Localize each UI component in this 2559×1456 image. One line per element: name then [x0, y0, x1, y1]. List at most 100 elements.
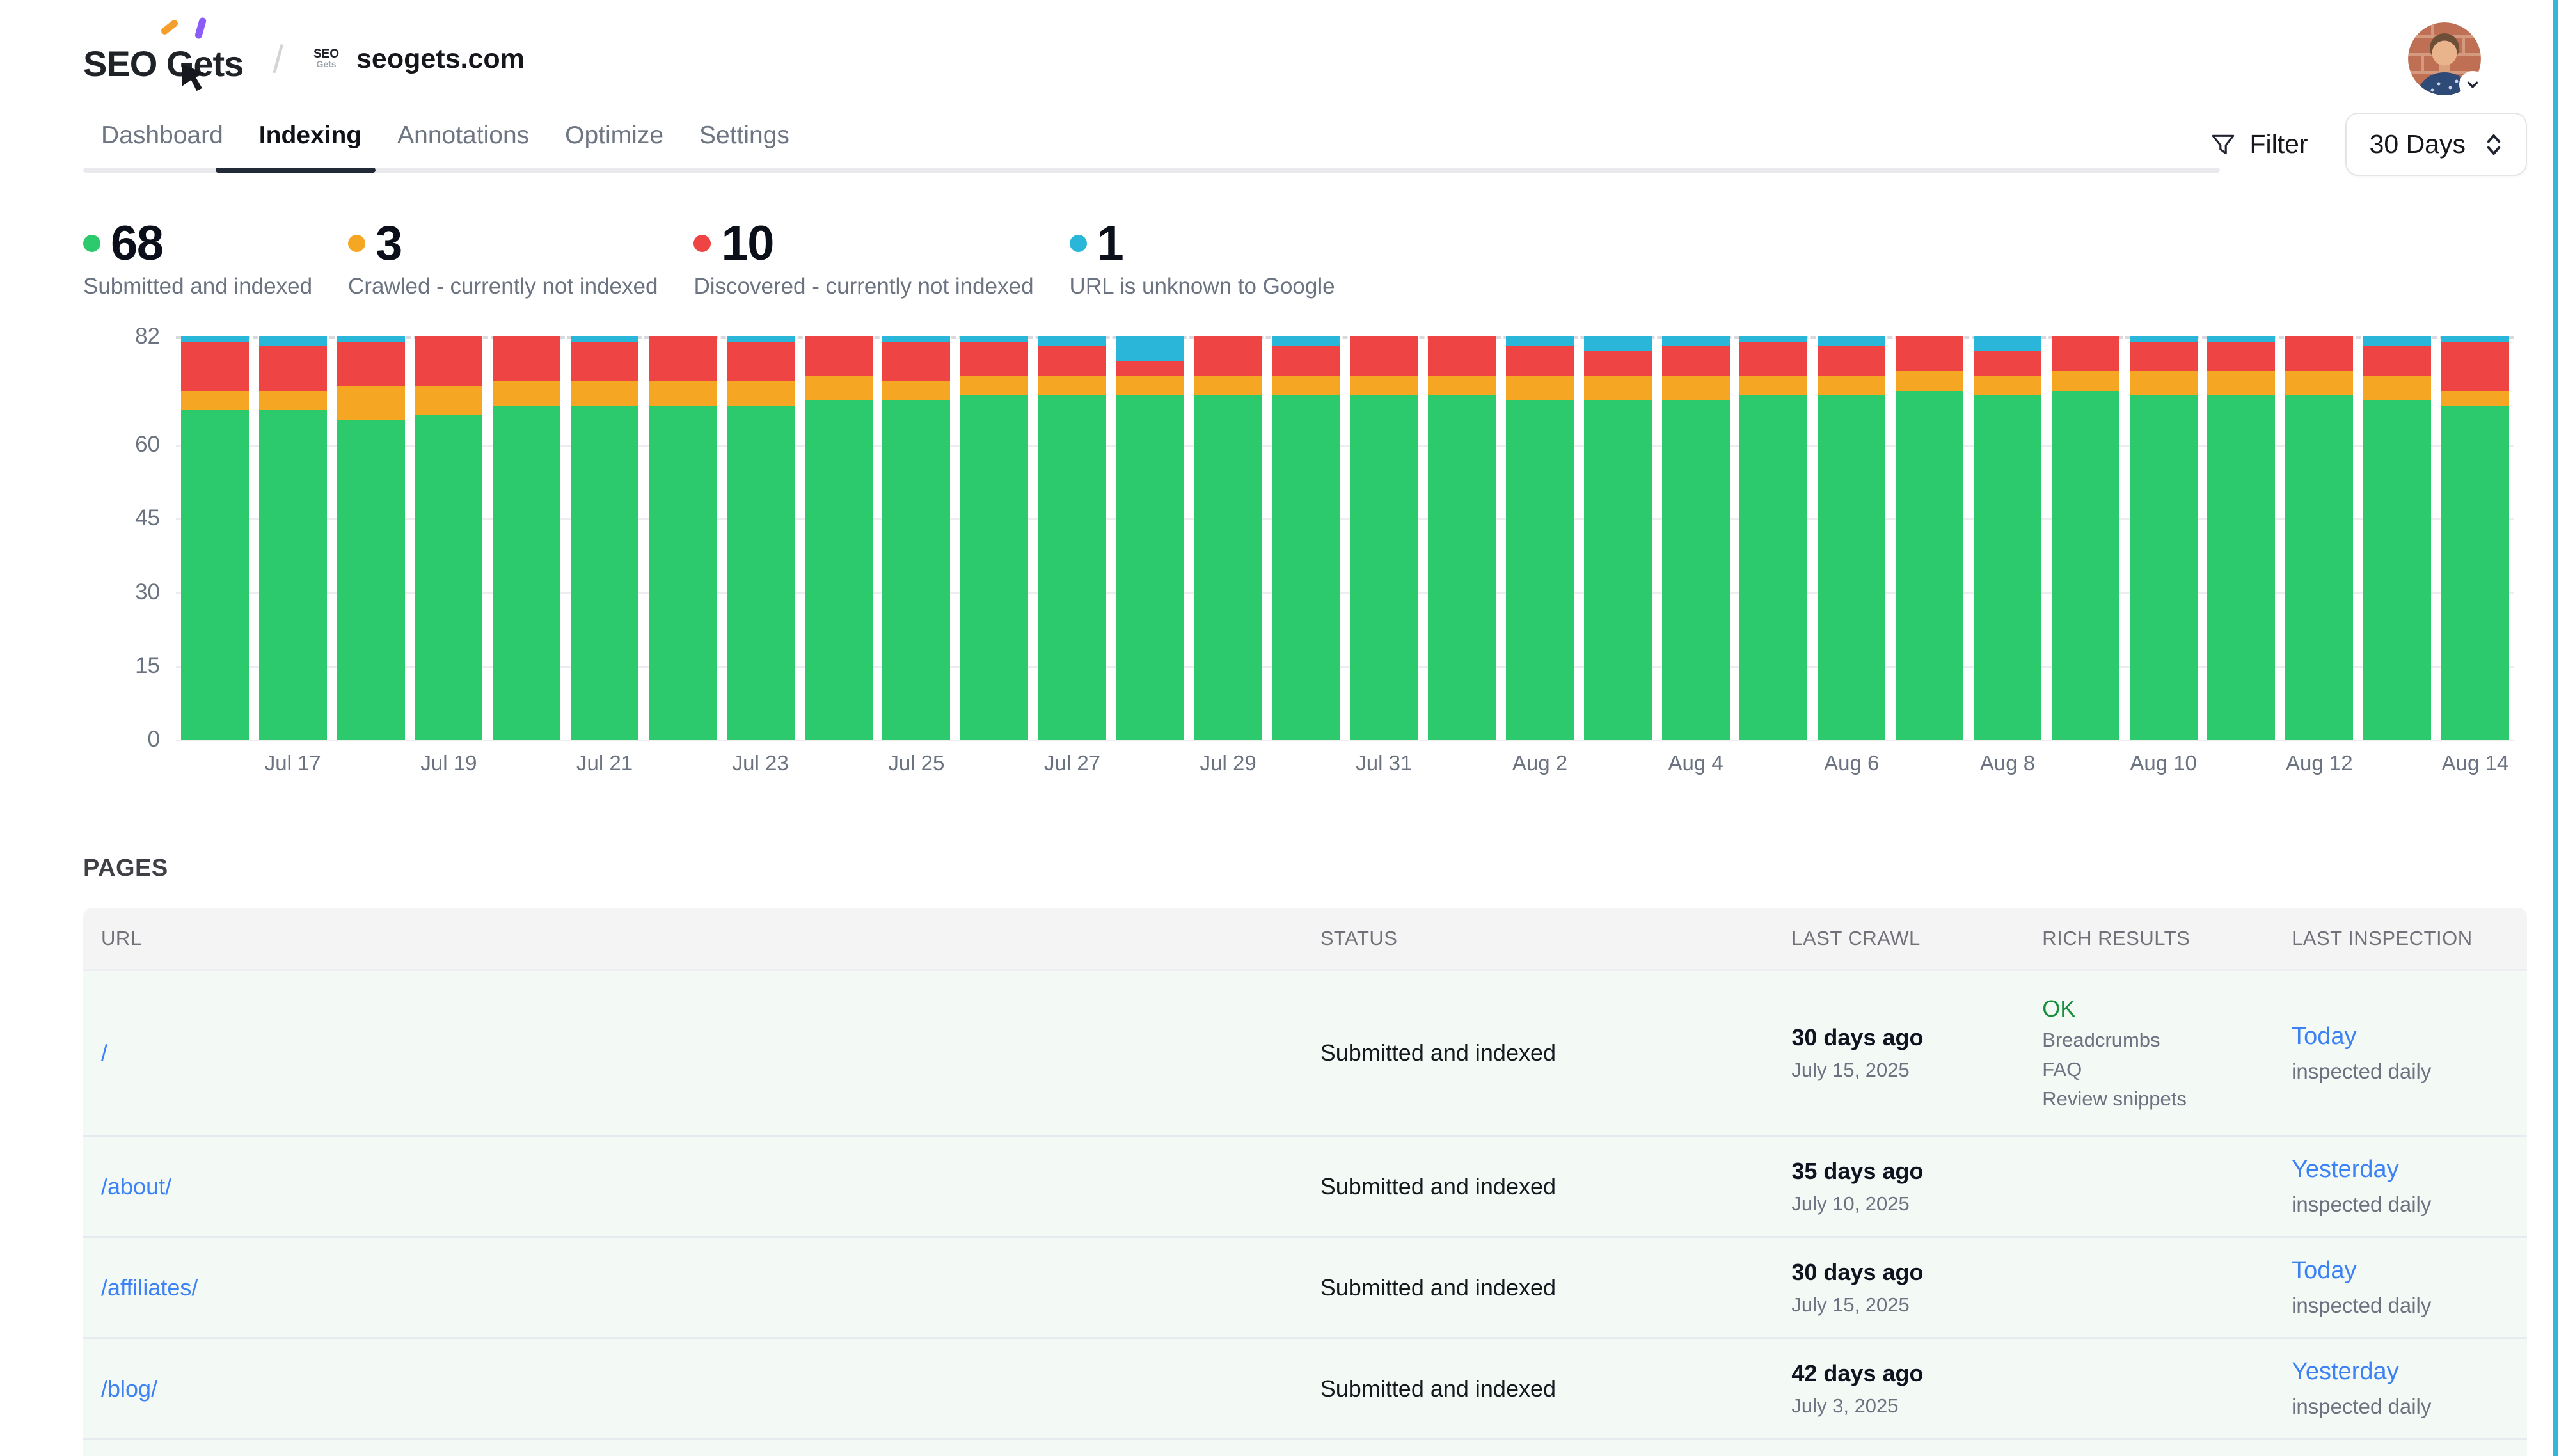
chart-bar-jul-22[interactable]: [649, 336, 717, 740]
table-row: /blog/301-redirect-save-hcu-site/Submitt…: [83, 1438, 2527, 1456]
x-axis-labels: Jul 17Jul 19Jul 21Jul 23Jul 25Jul 27Jul …: [176, 751, 2514, 775]
x-tick-label: Jul 31: [1345, 751, 1423, 775]
chart-bar-jul-31[interactable]: [1350, 336, 1418, 740]
segment-url-is-unknown-to-google: [960, 336, 1028, 342]
chart-bar-aug-14[interactable]: [2441, 336, 2509, 740]
column-header-url: URL: [83, 908, 1303, 969]
chart-bar-aug-12[interactable]: [2285, 336, 2353, 740]
x-tick-label: [332, 751, 410, 775]
gridline-0: [176, 740, 2514, 741]
chart-bar-aug-1[interactable]: [1428, 336, 1496, 740]
segment-crawled-currently-not-indexed: [1194, 376, 1262, 396]
chart-bar-jul-29[interactable]: [1194, 336, 1262, 740]
tab-indexing[interactable]: Indexing: [241, 122, 379, 173]
chart-bar-jul-17[interactable]: [259, 336, 327, 740]
segment-submitted-and-indexed: [649, 406, 717, 740]
chart-bar-jul-26[interactable]: [960, 336, 1028, 740]
status-cell: Submitted and indexed: [1303, 1135, 1774, 1236]
x-tick-label: [800, 751, 878, 775]
last-crawl-cell: 42 days agoJuly 3, 2025: [1773, 1337, 2024, 1438]
chart-bar-jul-18[interactable]: [337, 336, 405, 740]
url-link[interactable]: /blog/: [101, 1375, 157, 1402]
segment-crawled-currently-not-indexed: [1428, 376, 1496, 396]
inspection-link[interactable]: Today: [2292, 1257, 2356, 1284]
app-logo[interactable]: SEO Gets: [83, 34, 243, 84]
chart-bar-aug-2[interactable]: [1506, 336, 1574, 740]
date-range-value: 30 Days: [2370, 129, 2466, 159]
tab-annotations[interactable]: Annotations: [379, 122, 547, 173]
chart-bar-jul-19[interactable]: [415, 336, 482, 740]
tab-settings[interactable]: Settings: [681, 122, 807, 173]
chart-bar-jul-21[interactable]: [571, 336, 638, 740]
segment-url-is-unknown-to-google: [571, 336, 638, 342]
url-cell: /about/: [83, 1135, 1303, 1236]
segment-discovered-currently-not-indexed: [1350, 336, 1418, 376]
tab-dashboard[interactable]: Dashboard: [83, 122, 241, 173]
chart-plot: 01530456082: [176, 336, 2514, 740]
filter-button[interactable]: Filter: [2210, 129, 2308, 159]
avatar-chevron-badge[interactable]: [2459, 71, 2486, 98]
chart-bar-jul-25[interactable]: [882, 336, 950, 740]
url-link[interactable]: /affiliates/: [101, 1274, 198, 1301]
chart-bar-jul-16[interactable]: [181, 336, 249, 740]
date-range-select[interactable]: 30 Days: [2345, 113, 2527, 176]
chart-bar-aug-6[interactable]: [1818, 336, 1885, 740]
status-cell: Submitted and indexed: [1303, 1438, 1774, 1456]
segment-url-is-unknown-to-google: [882, 336, 950, 342]
inspection-note: inspected daily: [2292, 1395, 2509, 1419]
rich-results-cell: [2024, 1236, 2274, 1337]
stat-label: Submitted and indexed: [83, 274, 312, 299]
segment-submitted-and-indexed: [181, 410, 249, 740]
chart-bar-jul-30[interactable]: [1272, 336, 1340, 740]
url-link[interactable]: /: [101, 1040, 107, 1066]
segment-discovered-currently-not-indexed: [2441, 342, 2509, 391]
chart-bar-jul-27[interactable]: [1038, 336, 1106, 740]
url-link[interactable]: /about/: [101, 1173, 171, 1199]
chart-bar-jul-20[interactable]: [493, 336, 560, 740]
segment-url-is-unknown-to-google: [1116, 336, 1184, 361]
chart-bar-aug-13[interactable]: [2363, 336, 2431, 740]
chart-bar-aug-10[interactable]: [2130, 336, 2198, 740]
segment-discovered-currently-not-indexed: [1662, 346, 1730, 376]
chart-bar-jul-24[interactable]: [805, 336, 873, 740]
segment-url-is-unknown-to-google: [1272, 336, 1340, 346]
inspection-link[interactable]: Today: [2292, 1023, 2356, 1050]
x-tick-label: Aug 14: [2436, 751, 2514, 775]
status-text: Submitted and indexed: [1320, 1173, 1556, 1199]
y-tick-label: 15: [83, 653, 160, 679]
segment-submitted-and-indexed: [805, 400, 873, 740]
x-tick-label: [1735, 751, 1813, 775]
segment-submitted-and-indexed: [1974, 395, 2041, 740]
tab-optimize[interactable]: Optimize: [547, 122, 681, 173]
segment-discovered-currently-not-indexed: [1038, 346, 1106, 376]
chart-bar-aug-4[interactable]: [1662, 336, 1730, 740]
site-name[interactable]: seogets.com: [356, 44, 525, 75]
stat-dot: [348, 235, 365, 252]
status-text: Submitted and indexed: [1320, 1274, 1556, 1301]
segment-url-is-unknown-to-google: [1038, 336, 1106, 346]
chart-bar-jul-28[interactable]: [1116, 336, 1184, 740]
chart-bar-aug-8[interactable]: [1974, 336, 2041, 740]
chart-bar-aug-9[interactable]: [2052, 336, 2119, 740]
last-inspection-cell: Todayinspected daily: [2274, 969, 2527, 1135]
url-cell: /affiliates/: [83, 1236, 1303, 1337]
segment-submitted-and-indexed: [1818, 395, 1885, 740]
chart-bar-aug-11[interactable]: [2207, 336, 2275, 740]
segment-submitted-and-indexed: [1506, 400, 1574, 740]
chart-bar-aug-5[interactable]: [1739, 336, 1807, 740]
inspection-link[interactable]: Yesterday: [2292, 1358, 2399, 1385]
segment-submitted-and-indexed: [493, 406, 560, 740]
toolbar: Filter 30 Days: [2210, 113, 2527, 176]
x-tick-label: Aug 8: [1969, 751, 2047, 775]
segment-submitted-and-indexed: [1116, 395, 1184, 740]
user-avatar[interactable]: [2408, 22, 2481, 95]
chart-bar-aug-3[interactable]: [1584, 336, 1652, 740]
chart-bar-jul-23[interactable]: [727, 336, 795, 740]
chart-bar-aug-7[interactable]: [1896, 336, 1963, 740]
segment-crawled-currently-not-indexed: [1896, 371, 1963, 391]
segment-submitted-and-indexed: [2130, 395, 2198, 740]
x-tick-label: [2047, 751, 2125, 775]
x-tick-label: Jul 21: [566, 751, 644, 775]
inspection-link[interactable]: Yesterday: [2292, 1156, 2399, 1183]
stat-dot: [1070, 235, 1087, 252]
